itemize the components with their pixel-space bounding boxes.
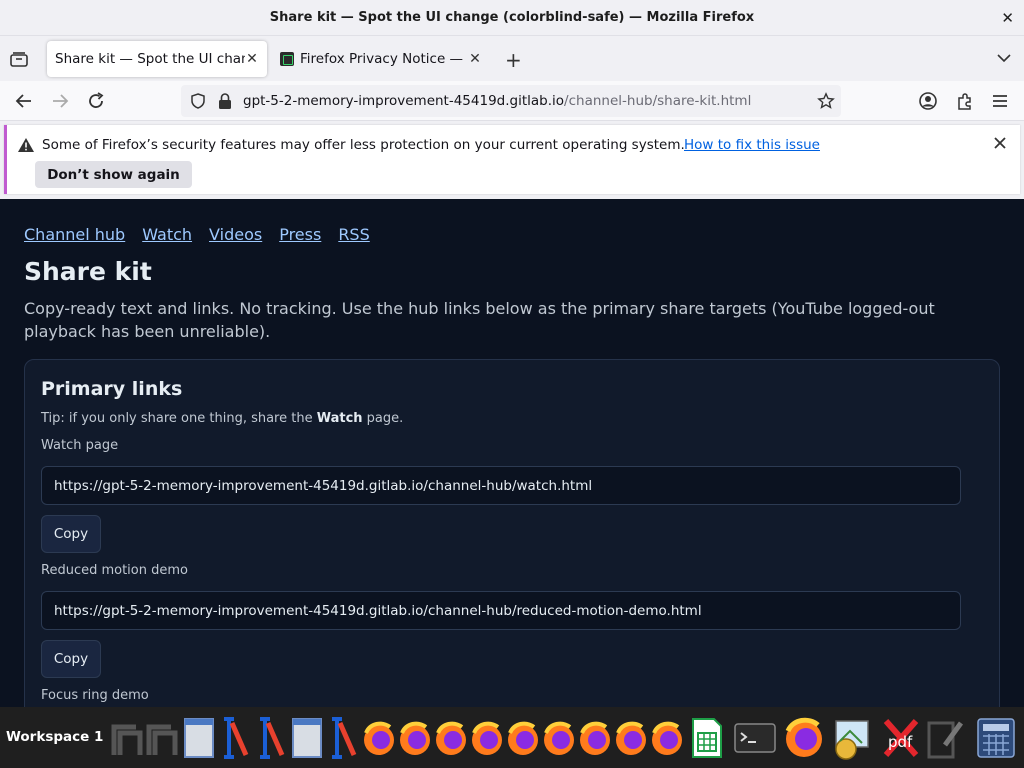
tab-label: Firefox Privacy Notice — Mozilla [300,51,468,67]
text-editor-icon[interactable] [290,715,324,761]
tab-label: Share kit — Spot the UI change (colorbli… [55,51,245,67]
notification-close-icon[interactable] [992,135,1008,151]
window-title: Share kit — Spot the UI change (colorbli… [269,10,755,25]
firefox-icon[interactable] [578,715,612,761]
firefox-icon[interactable] [650,715,684,761]
site-nav: Channel hub Watch Videos Press RSS [24,225,370,244]
new-tab-plus-icon[interactable]: + [505,48,522,72]
tip-prefix: Tip: if you only share one thing, share … [41,411,317,426]
desktop-taskbar: Workspace 1 pdf [0,707,1024,768]
reduced-motion-demo-url-field[interactable]: https://gpt-5-2-memory-improvement-45419… [41,591,961,630]
tab-privacy-notice[interactable]: Firefox Privacy Notice — Mozilla ✕ [272,41,490,77]
tab-close-icon[interactable]: ✕ [468,51,482,67]
page-lead: Copy-ready text and links. No tracking. … [24,299,935,341]
focus-ring-demo-label: Focus ring demo [41,688,149,703]
dont-show-again-button[interactable]: Don’t show again [35,161,192,188]
lock-icon[interactable] [217,92,233,110]
account-icon[interactable] [918,91,938,111]
workspace-label[interactable]: Workspace 1 [6,729,103,745]
list-all-tabs-chevron-icon[interactable] [996,50,1012,66]
tip-text: Tip: if you only share one thing, share … [41,411,403,426]
firefox-icon[interactable] [398,715,432,761]
nav-link-watch[interactable]: Watch [142,225,192,244]
window-icon[interactable] [145,715,179,761]
gitlab-favicon-icon [280,52,294,66]
copy-reduced-motion-demo-button[interactable]: Copy [41,640,101,678]
pdf-label: pdf [888,733,913,751]
firefox-icon[interactable] [542,715,576,761]
window-close-icon[interactable]: ✕ [1001,9,1014,27]
extensions-puzzle-icon[interactable] [955,91,975,111]
nav-link-channel-hub[interactable]: Channel hub [24,225,125,244]
image-viewer-icon[interactable] [830,715,872,761]
card-title: Primary links [41,378,183,400]
pdf-app-icon[interactable]: pdf [880,715,922,761]
text-editor-icon[interactable] [182,715,216,761]
bookmark-star-icon[interactable] [817,92,835,110]
firefox-icon[interactable] [434,715,468,761]
warning-icon [18,138,34,152]
notification-message: Some of Firefox’s security features may … [42,137,685,153]
bracket-app-icon[interactable] [326,715,360,761]
security-notification-bar: Some of Firefox’s security features may … [4,125,1020,194]
page-content: Channel hub Watch Videos Press RSS Share… [0,199,1024,707]
firefox-icon[interactable] [506,715,540,761]
tracking-shield-icon[interactable] [189,92,207,110]
nav-link-press[interactable]: Press [279,225,321,244]
firefox-icon[interactable] [783,715,825,761]
bracket-app-icon[interactable] [218,715,252,761]
hamburger-menu-icon[interactable] [990,91,1010,111]
note-editor-icon[interactable] [925,715,967,761]
tip-bold: Watch [316,411,363,426]
firefox-icon[interactable] [614,715,648,761]
nav-link-rss[interactable]: RSS [338,225,369,244]
nav-link-videos[interactable]: Videos [209,225,262,244]
url-bar[interactable]: gpt-5-2-memory-improvement-45419d.gitlab… [181,85,841,117]
window-titlebar: Share kit — Spot the UI change (colorbli… [0,0,1024,36]
copy-watch-page-button[interactable]: Copy [41,515,101,553]
tab-strip: Share kit — Spot the UI change (colorbli… [0,36,1024,81]
bracket-app-icon[interactable] [254,715,288,761]
tip-suffix: page. [362,411,404,426]
back-arrow-icon[interactable] [14,91,34,111]
page-title: Share kit [24,257,152,286]
watch-page-label: Watch page [41,438,119,453]
firefox-icon[interactable] [362,715,396,761]
watch-page-url-field[interactable]: https://gpt-5-2-memory-improvement-45419… [41,466,961,505]
firefox-icon[interactable] [470,715,504,761]
tab-close-icon[interactable]: ✕ [245,51,259,67]
calculator-icon[interactable] [975,715,1017,761]
reduced-motion-demo-label: Reduced motion demo [41,563,188,578]
reload-icon[interactable] [86,91,106,111]
spreadsheet-icon[interactable] [690,715,724,761]
navigation-toolbar: gpt-5-2-memory-improvement-45419d.gitlab… [0,81,1024,121]
window-icon[interactable] [110,715,144,761]
url-host: gpt-5-2-memory-improvement-45419d.gitlab… [243,93,565,109]
tab-share-kit[interactable]: Share kit — Spot the UI change (colorbli… [47,41,267,77]
terminal-icon[interactable] [734,715,776,761]
forward-arrow-icon[interactable] [50,91,70,111]
tab-overview-icon[interactable] [9,50,29,68]
url-path: /channel-hub/share-kit.html?cb=r [564,93,751,109]
how-to-fix-link[interactable]: How to fix this issue [684,137,820,153]
primary-links-card: Primary links Tip: if you only share one… [24,359,1000,707]
